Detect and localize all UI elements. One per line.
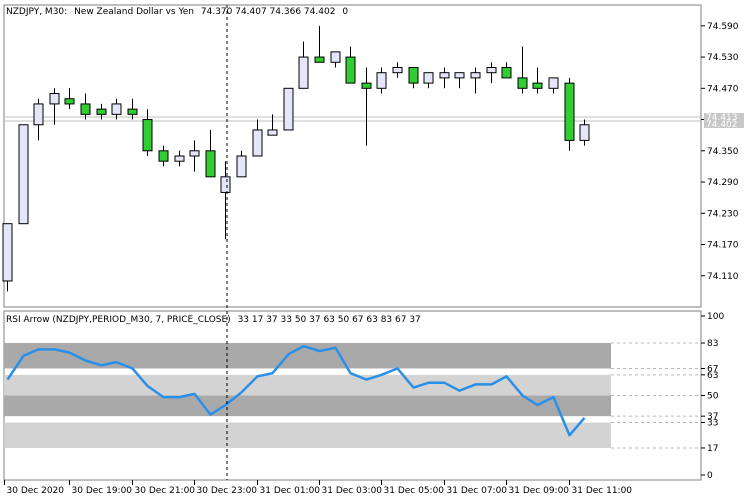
candle-bearish — [205, 150, 216, 178]
rsi-panel[interactable]: RSI Arrow (NZDJPY,PERIOD_M30, 7, PRICE_C… — [3, 310, 702, 481]
rsi-axis-label: 63 — [707, 371, 718, 381]
time-axis-label: 31 Dec 01:00 — [260, 486, 321, 496]
time-axis-label: 30 Dec 19:00 — [72, 486, 133, 496]
price-axis-label: 74.230 — [707, 209, 739, 219]
price-panel[interactable]: NZDJPY, M30: New Zealand Dollar vs Yen 7… — [2, 4, 702, 308]
candle-bearish — [127, 108, 138, 115]
price-axis-label: 74.470 — [707, 84, 739, 94]
candle-bearish — [361, 82, 372, 89]
candle-bullish — [548, 77, 559, 89]
current-price-tag-bid: 74.402 — [706, 120, 738, 130]
time-axis-label: 30 Dec 23:00 — [197, 486, 258, 496]
rsi-level-bands — [4, 343, 611, 448]
candle-bearish — [532, 82, 543, 89]
price-axis-label: 74.170 — [707, 241, 739, 251]
price-panel-frame — [3, 4, 702, 308]
time-axis-label: 31 Dec 11:00 — [572, 486, 633, 496]
candle-bullish — [189, 150, 200, 157]
candle-bullish — [236, 155, 247, 178]
candle-bullish — [267, 129, 278, 136]
candle-bearish — [345, 56, 356, 84]
price-axis-label: 74.530 — [707, 53, 739, 63]
candle-bearish — [564, 82, 575, 141]
rsi-axis-label: 50 — [707, 392, 719, 402]
candle-bullish — [18, 124, 29, 225]
candle-bullish — [298, 56, 309, 89]
time-axis-label: 30 Dec 2020 — [7, 486, 65, 496]
candle-bearish — [80, 103, 91, 115]
time-axis-label: 30 Dec 21:00 — [135, 486, 196, 496]
candle-bearish — [64, 98, 75, 105]
candle-bullish — [252, 129, 263, 157]
candle-bullish — [220, 176, 231, 193]
candle-bearish — [408, 66, 419, 84]
candle-bullish — [33, 103, 44, 126]
time-axis-label: 31 Dec 09:00 — [509, 486, 570, 496]
candle-bullish — [423, 72, 434, 84]
candle-bearish — [142, 119, 153, 152]
candle-bullish — [2, 223, 13, 282]
candle-bullish — [330, 51, 341, 63]
price-axis-label: 74.590 — [707, 22, 739, 32]
candle-bullish — [111, 103, 122, 115]
rsi-axis-label: 17 — [707, 444, 718, 454]
candle-bullish — [392, 66, 403, 74]
rsi-axis-label: 0 — [707, 471, 713, 481]
candle-bullish — [439, 72, 450, 79]
price-axis-label: 74.350 — [707, 147, 739, 157]
time-axis-label: 31 Dec 03:00 — [322, 486, 383, 496]
time-axis-label: 31 Dec 05:00 — [384, 486, 445, 496]
rsi-axis-label: 83 — [707, 339, 718, 349]
price-axis-label: 74.110 — [707, 272, 739, 282]
price-axis-label: 74.290 — [707, 178, 739, 188]
rsi-band-dark — [4, 395, 611, 417]
candle-bullish — [579, 124, 590, 141]
rsi-band-light — [4, 422, 611, 448]
price-axis: 74.59074.53074.47074.41074.35074.29074.2… — [701, 22, 739, 282]
candle-bullish — [454, 72, 465, 79]
candle-bearish — [96, 108, 107, 115]
candle-bearish — [158, 150, 169, 162]
candle-bullish — [376, 72, 387, 89]
candle-bullish — [470, 72, 481, 79]
candle-bullish — [49, 93, 60, 105]
candle-bearish — [314, 56, 325, 63]
candle-bearish — [501, 66, 512, 79]
candle-bearish — [517, 77, 528, 89]
rsi-axis-label: 33 — [707, 419, 718, 429]
candle-bullish — [283, 87, 294, 131]
chart-window[interactable]: NZDJPY, M30: New Zealand Dollar vs Yen 7… — [0, 0, 750, 500]
time-axis-label: 31 Dec 07:00 — [447, 486, 508, 496]
indicator-header: RSI Arrow (NZDJPY,PERIOD_M30, 7, PRICE_C… — [6, 315, 421, 325]
candle-bullish — [174, 155, 185, 162]
main-header: NZDJPY, M30: New Zealand Dollar vs Yen 7… — [6, 7, 348, 17]
rsi-axis-label: 100 — [707, 312, 724, 322]
candle-bullish — [486, 66, 497, 74]
